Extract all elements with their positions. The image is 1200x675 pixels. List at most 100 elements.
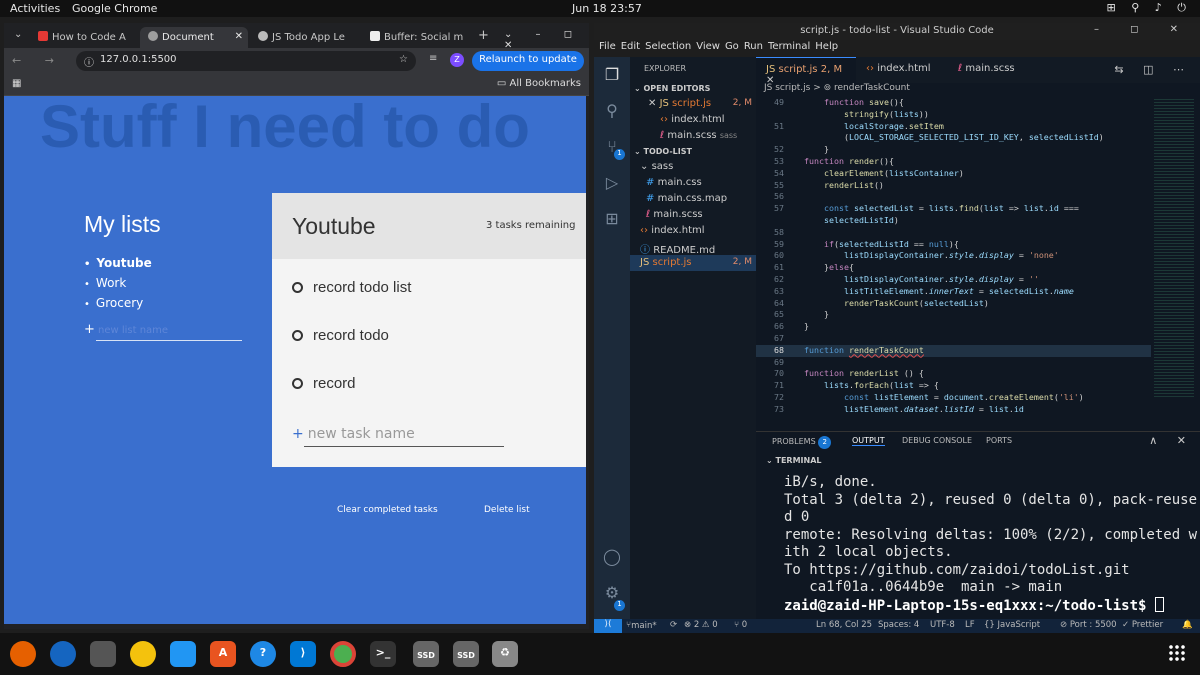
trash-icon[interactable]: ♻: [492, 641, 518, 667]
editor-tab-index[interactable]: ‹› index.html: [856, 57, 948, 83]
apps-grid-icon[interactable]: ▦: [12, 78, 21, 89]
open-editor-index[interactable]: ‹› index.html: [630, 112, 756, 128]
tab-search-icon[interactable]: ⌄: [10, 27, 28, 49]
clear-completed-button[interactable]: Clear completed tasks: [337, 505, 438, 515]
source-control-icon[interactable]: ⑂: [594, 129, 630, 165]
breadcrumb[interactable]: JS script.js > ⊚ renderTaskCount: [756, 83, 1200, 97]
active-app-label[interactable]: Google Chrome: [72, 2, 157, 15]
file-index-html[interactable]: ‹› index.html: [630, 223, 756, 239]
thunderbird-icon[interactable]: [50, 641, 76, 667]
add-task-button[interactable]: +: [292, 426, 304, 442]
account-icon[interactable]: ◯: [594, 539, 630, 575]
menu-go[interactable]: Go: [725, 41, 739, 52]
open-editor-script[interactable]: ✕ JS script.js 2, M: [630, 96, 756, 112]
relaunch-button[interactable]: Relaunch to update: [472, 51, 584, 71]
file-main-css[interactable]: # main.css: [630, 175, 756, 191]
site-info-icon[interactable]: ⓘ: [84, 54, 94, 69]
notifications-icon[interactable]: 🔔: [1182, 620, 1193, 630]
menu-edit[interactable]: Edit: [621, 41, 640, 52]
panel-controls[interactable]: ∧ ✕: [1149, 434, 1194, 447]
vscode-icon[interactable]: ⟩: [290, 641, 316, 667]
remote-icon[interactable]: ⟩⟨: [594, 619, 622, 633]
help-icon[interactable]: ?: [250, 641, 276, 667]
encoding-status[interactable]: UTF-8: [930, 620, 955, 630]
search-icon[interactable]: ⚲: [594, 93, 630, 129]
task-item[interactable]: record: [292, 375, 356, 392]
menu-run[interactable]: Run: [744, 41, 763, 52]
sync-icon[interactable]: ⟳: [670, 620, 677, 630]
folder-sass[interactable]: ⌄ sass: [630, 159, 756, 175]
tab-output[interactable]: OUTPUT: [852, 436, 885, 446]
activities-button[interactable]: Activities: [10, 2, 60, 15]
terminal-icon[interactable]: >_: [370, 641, 396, 667]
chrome-icon[interactable]: [330, 641, 356, 667]
tab-buffer[interactable]: Buffer: Social m: [362, 27, 472, 49]
terminal-header[interactable]: ⌄ TERMINAL: [756, 450, 1200, 471]
language-status[interactable]: {} JavaScript: [984, 620, 1040, 630]
all-bookmarks[interactable]: ▭ All Bookmarks: [497, 78, 581, 89]
explorer-icon[interactable]: ❐: [594, 57, 630, 93]
file-main-scss[interactable]: ℓ main.scss: [630, 207, 756, 223]
menu-help[interactable]: Help: [815, 41, 838, 52]
terminal-output[interactable]: iB/s, done. Total 3 (delta 2), reused 0 …: [784, 474, 1197, 615]
list-item-grocery[interactable]: Grocery: [84, 296, 152, 310]
extensions-icon[interactable]: ⊞: [594, 201, 630, 237]
task-item[interactable]: record todo list: [292, 279, 411, 296]
problems-status[interactable]: ⊗ 2 ⚠ 0: [684, 620, 718, 630]
system-tray[interactable]: ⊞ ⚲ ♪ ⏻: [1107, 1, 1192, 15]
writer-icon[interactable]: [170, 641, 196, 667]
list-item-work[interactable]: Work: [84, 276, 152, 290]
new-tab-button[interactable]: +: [474, 27, 494, 49]
list-item-youtube[interactable]: Youtube: [84, 256, 151, 270]
task-item[interactable]: record todo: [292, 327, 389, 344]
menu-terminal[interactable]: Terminal: [768, 41, 810, 52]
editor-tab-scss[interactable]: ℓ main.scss: [948, 57, 1040, 83]
file-main-css-map[interactable]: # main.css.map: [630, 191, 756, 207]
live-server-port[interactable]: ⊘ Port : 5500: [1060, 620, 1117, 630]
drive-icon[interactable]: SSD: [413, 641, 439, 667]
branch-status[interactable]: ⑂ main*: [626, 620, 657, 631]
address-bar[interactable]: ⓘ 127.0.0.1:5500 ☆: [76, 51, 416, 71]
checkbox[interactable]: [292, 282, 303, 293]
tab-how-to-code[interactable]: How to Code A: [30, 27, 140, 49]
new-task-input[interactable]: new task name: [308, 426, 415, 442]
close-tab-icon[interactable]: ✕: [235, 31, 243, 42]
menu-view[interactable]: View: [696, 41, 720, 52]
clock[interactable]: Jun 18 23:57: [572, 2, 642, 15]
delete-list-button[interactable]: Delete list: [484, 505, 530, 515]
tab-document[interactable]: Document ✕: [140, 27, 248, 49]
ports-status[interactable]: ⑂ 0: [734, 620, 747, 630]
profile-avatar[interactable]: Z: [450, 53, 464, 67]
file-readme[interactable]: ⓘ README.md: [630, 239, 756, 256]
menu-file[interactable]: File: [599, 41, 616, 52]
minimap[interactable]: [1154, 97, 1194, 397]
cursor-position[interactable]: Ln 68, Col 25: [816, 620, 872, 630]
editor-tab-script[interactable]: JS script.js 2, M ✕: [756, 57, 856, 86]
run-debug-icon[interactable]: ▷: [594, 165, 630, 201]
close-tab-icon[interactable]: ✕: [766, 75, 774, 86]
open-editors-section[interactable]: ⌄ OPEN EDITORS: [630, 81, 756, 96]
bookmark-star-icon[interactable]: ☆: [399, 54, 408, 65]
add-list-button[interactable]: +: [84, 322, 95, 337]
editor-actions[interactable]: ⇆ ◫ ⋯: [1114, 63, 1192, 76]
files-icon[interactable]: [90, 641, 116, 667]
app-center-icon[interactable]: A: [210, 641, 236, 667]
open-editor-scss[interactable]: ℓ main.scss sass: [630, 128, 756, 144]
tab-problems[interactable]: PROBLEMS 2: [772, 436, 832, 449]
code-lines[interactable]: 49 function save(){ stringify(lists)) 51…: [756, 97, 1151, 416]
prettier-status[interactable]: ✓ Prettier: [1122, 620, 1163, 630]
todo-list-folder[interactable]: ⌄ TODO-LIST: [630, 144, 756, 159]
checkbox[interactable]: [292, 378, 303, 389]
new-list-input[interactable]: new list name: [98, 325, 168, 336]
menu-selection[interactable]: Selection: [645, 41, 691, 52]
indentation-status[interactable]: Spaces: 4: [878, 620, 919, 630]
eol-status[interactable]: LF: [965, 620, 975, 630]
window-controls[interactable]: – ◻ ✕: [1094, 24, 1192, 35]
tab-debug-console[interactable]: DEBUG CONSOLE: [902, 436, 972, 445]
checkbox[interactable]: [292, 330, 303, 341]
rhythmbox-icon[interactable]: [130, 641, 156, 667]
tab-ports[interactable]: PORTS: [986, 436, 1012, 445]
file-script-js[interactable]: JS script.js 2, M: [630, 255, 756, 271]
media-icon[interactable]: ≡: [429, 53, 437, 64]
show-apps-icon[interactable]: [1168, 644, 1186, 662]
